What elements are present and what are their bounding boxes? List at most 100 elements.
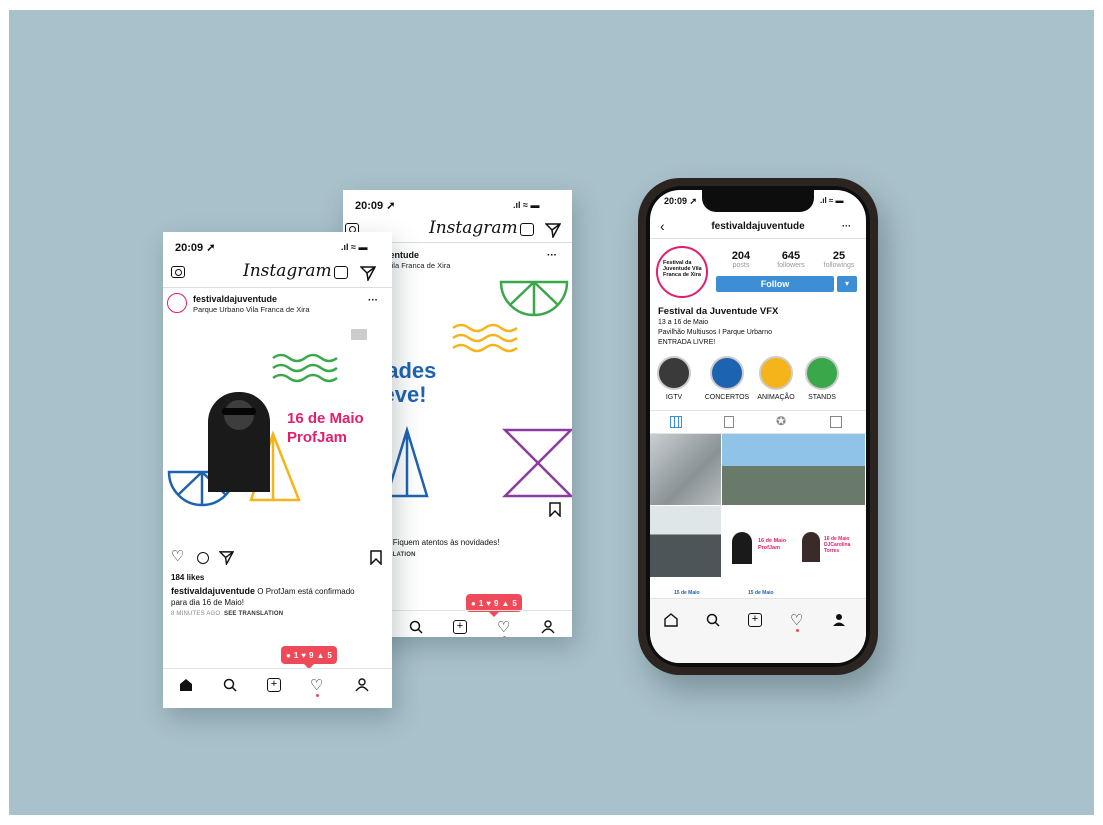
highlight-label: STANDS <box>808 394 836 401</box>
status-time: 20:09 ➚ <box>175 242 216 254</box>
activity-heart-icon[interactable]: ♡ <box>790 611 803 629</box>
highlight-concertos[interactable]: CONCERTOS <box>702 356 752 401</box>
comment-icon[interactable] <box>197 552 209 564</box>
divider <box>163 287 392 288</box>
highlight-igtv[interactable]: IGTV <box>656 356 692 401</box>
direct-message-icon[interactable] <box>545 222 561 238</box>
grid-photo-3[interactable] <box>650 506 721 577</box>
search-icon[interactable] <box>409 620 423 634</box>
highlight-animacao[interactable]: ANIMAÇÃO <box>754 356 798 401</box>
post-username[interactable]: festivaldajuventude <box>193 294 277 304</box>
post-graphic-shapes <box>167 353 338 507</box>
search-icon[interactable] <box>706 613 720 627</box>
tagged-star-icon[interactable]: ✪ <box>776 414 786 428</box>
profile-avatar[interactable]: Festival da Juventude Vila Franca de Xir… <box>656 246 708 298</box>
notif-follows: 5 <box>512 598 517 608</box>
activity-heart-icon[interactable]: ♡ <box>497 618 510 636</box>
grid-post-5[interactable] <box>794 578 866 598</box>
caption-username[interactable]: festivaldajuventude <box>171 586 255 596</box>
avatar-text: Festival da Juventude Vila Franca de Xir… <box>663 260 702 278</box>
igtv-icon[interactable] <box>520 223 534 236</box>
grid-post3-text: 15 de Maio <box>674 590 700 596</box>
instagram-logo: Instagram <box>243 261 332 281</box>
more-options-icon[interactable]: ··· <box>368 295 378 306</box>
profile-username: festivaldajuventude <box>711 221 805 232</box>
bio-line-2: Pavilhão Multiusos I Parque Urbarno <box>658 329 773 336</box>
timestamp-text: 8 MINUTES AGO <box>171 611 221 617</box>
igtv-icon[interactable] <box>334 266 348 279</box>
sun-icon <box>759 356 793 390</box>
followings-stat[interactable]: 25 followings <box>816 250 862 269</box>
post-graphic-line1: 16 de Maio <box>287 410 364 427</box>
comment-bubble-icon: ● <box>471 598 476 608</box>
home-icon[interactable] <box>179 678 193 692</box>
status-icons: .ıl ≈ ▬ <box>820 196 844 205</box>
person-icon: ▲ <box>501 598 510 608</box>
activity-notification[interactable]: ● 1 ♥ 9 ▲ 5 <box>281 646 337 669</box>
followers-stat[interactable]: 645 followers <box>770 250 812 269</box>
left-post-screen: 20:09 ➚ .ıl ≈ ▬ Instagram festivaldajuve… <box>163 232 392 708</box>
divider <box>163 668 392 669</box>
grid-post-profjam[interactable]: 16 de Maio ProfJam <box>722 506 793 577</box>
divider <box>650 410 866 411</box>
home-icon[interactable] <box>664 613 678 627</box>
activity-dot <box>503 636 506 637</box>
save-icon[interactable] <box>549 502 561 517</box>
grid-post4-text: 15 de Maio <box>748 590 774 596</box>
posts-label: posts <box>732 262 750 269</box>
highlight-stands[interactable]: STANDS <box>800 356 844 401</box>
add-post-icon[interactable]: + <box>267 678 281 692</box>
add-post-icon[interactable]: + <box>748 613 762 627</box>
profile-icon[interactable] <box>832 613 846 627</box>
grid-post1-line1: 16 de Maio <box>758 538 787 544</box>
profile-icon[interactable] <box>355 678 369 692</box>
posts-stat[interactable]: 204 posts <box>720 250 762 269</box>
add-post-icon[interactable]: + <box>453 620 467 634</box>
activity-heart-icon[interactable]: ♡ <box>310 676 323 694</box>
grid-post1-line2: ProfJam <box>758 545 781 551</box>
stands-icon <box>805 356 839 390</box>
tagged-person-icon[interactable] <box>830 416 842 428</box>
sailboat-icon <box>710 356 744 390</box>
direct-message-icon[interactable] <box>360 265 376 281</box>
phone-bezel: 20:09 ➚ .ıl ≈ ▬ ‹ festivaldajuventude ··… <box>646 186 870 667</box>
grid-post-4[interactable]: 15 de Maio <box>722 578 793 598</box>
search-icon[interactable] <box>223 678 237 692</box>
see-translation-link[interactable]: SEE TRANSLATION <box>224 611 283 617</box>
status-icons: .ıl ≈ ▬ <box>341 242 368 252</box>
followings-count: 25 <box>832 250 846 262</box>
post-location[interactable]: Parque Urbano Vila Franca de Xira <box>193 305 310 314</box>
likes-count[interactable]: 184 likes <box>171 573 204 582</box>
status-time: 20:09 ➚ <box>355 200 396 212</box>
post-timestamp: 8 MINUTES AGO SEE TRANSLATION <box>171 611 283 617</box>
instagram-logo: Instagram <box>429 218 518 238</box>
notif-comments: 1 <box>293 650 299 660</box>
followings-label: followings <box>823 262 855 269</box>
heart-filled-icon: ♥ <box>486 598 492 608</box>
follow-button[interactable]: Follow <box>716 276 834 292</box>
profile-icon[interactable] <box>541 620 555 634</box>
phone-notch <box>702 190 814 212</box>
notif-comments: 1 <box>478 598 484 608</box>
display-name: Festival da Juventude VFX <box>658 306 779 317</box>
post-avatar[interactable] <box>167 293 187 313</box>
more-options-icon[interactable]: ··· <box>547 250 557 261</box>
grid-view-icon[interactable] <box>670 416 682 428</box>
highlight-label: CONCERTOS <box>704 394 750 401</box>
grid-photo-1[interactable] <box>650 434 721 505</box>
more-options-icon[interactable]: ··· <box>842 221 851 231</box>
suggestions-dropdown-button[interactable]: ▾ <box>837 276 857 292</box>
notif-follows: 5 <box>327 650 332 660</box>
camera-icon[interactable] <box>171 266 185 278</box>
status-icons: .ıl ≈ ▬ <box>513 200 540 210</box>
grid-post-3[interactable]: 15 de Maio <box>650 578 721 598</box>
save-icon[interactable] <box>370 550 382 565</box>
grid-photo-2[interactable] <box>722 434 865 505</box>
artist-photo <box>208 392 270 492</box>
grid-post-djcarolina[interactable]: 16 de Maio DJCarolina Torres <box>794 506 866 577</box>
list-view-icon[interactable] <box>724 416 734 428</box>
mockup-background: 20:09 ➚ .ıl ≈ ▬ Instagram stivaldajuvent… <box>9 10 1094 815</box>
bio-line-1: 13 a 16 de Maio <box>658 319 709 326</box>
share-icon[interactable] <box>219 550 234 565</box>
like-icon[interactable]: ♡ <box>171 549 184 564</box>
